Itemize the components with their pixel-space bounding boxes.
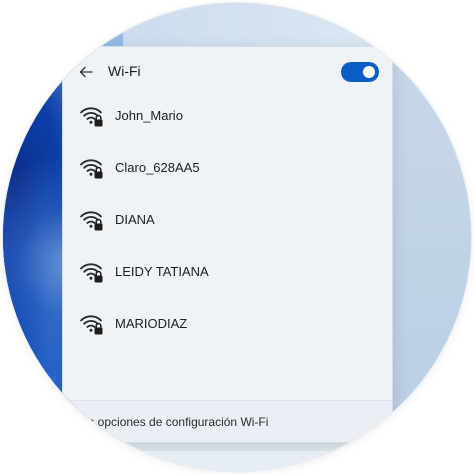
network-item[interactable]: DIANA: [63, 195, 392, 247]
circular-crop: Wi-Fi John_Mario Claro_628AA5 DIANA LEIDY T…: [3, 3, 471, 471]
network-name: LEIDY TATIANA: [115, 264, 209, 279]
network-name: MARIODIAZ: [115, 316, 188, 331]
wifi-secured-icon: [79, 155, 105, 181]
taskbar: [3, 451, 471, 471]
wifi-secured-icon: [79, 259, 105, 285]
wifi-secured-icon: [79, 311, 105, 337]
more-wifi-settings-link[interactable]: lás opciones de configuración Wi-Fi: [79, 415, 268, 429]
network-item[interactable]: LEIDY TATIANA: [63, 247, 392, 299]
network-item[interactable]: John_Mario: [63, 91, 392, 143]
wifi-secured-icon: [79, 103, 105, 129]
arrow-left-icon: [79, 66, 93, 78]
panel-header: Wi-Fi: [63, 47, 392, 97]
network-item[interactable]: Claro_628AA5: [63, 143, 392, 195]
network-name: DIANA: [115, 212, 155, 227]
network-name: Claro_628AA5: [115, 160, 200, 175]
wifi-secured-icon: [79, 207, 105, 233]
page-title: Wi-Fi: [108, 63, 141, 79]
wifi-flyout-panel: Wi-Fi John_Mario Claro_628AA5 DIANA LEIDY T…: [62, 46, 393, 443]
toggle-knob: [363, 66, 375, 78]
background-window: [389, 43, 471, 471]
panel-footer: lás opciones de configuración Wi-Fi: [63, 400, 392, 442]
back-button[interactable]: [75, 61, 97, 83]
network-name: John_Mario: [115, 108, 183, 123]
network-list: John_Mario Claro_628AA5 DIANA LEIDY TATIANA…: [63, 91, 392, 351]
screenshot-stage: Wi-Fi John_Mario Claro_628AA5 DIANA LEIDY T…: [0, 0, 474, 474]
network-item[interactable]: MARIODIAZ: [63, 299, 392, 351]
wifi-toggle[interactable]: [341, 62, 379, 82]
